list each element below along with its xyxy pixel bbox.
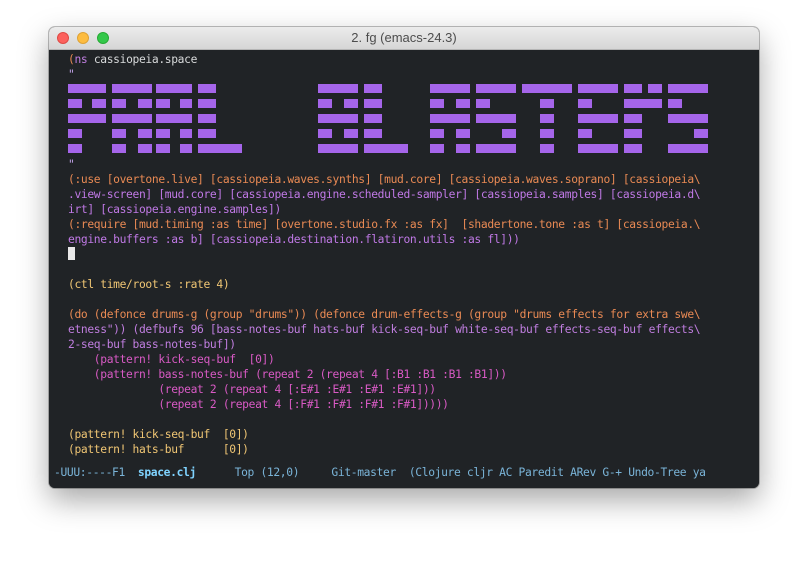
editor-buffer[interactable]: (ns cassiopeia.space " " (:use [overtone… (49, 50, 759, 488)
code-line-pattern-3: (repeat 2 (repeat 4 [:E#1 :E#1 :E#1 :E#1… (68, 383, 436, 396)
modeline-position: Top (12,0) (195, 466, 332, 479)
modeline-vc-branch[interactable]: Git-master (331, 466, 408, 479)
modeline-status: -UUU:----F1 (54, 466, 138, 479)
code-line-use-1: (:use [overtone.live] [cassiopeia.waves.… (68, 173, 701, 186)
code-line-use-3: irt] [cassiopeia.engine.samples]) (68, 203, 281, 216)
emacs-window: 2. fg (emacs-24.3) (ns cassiopeia.space … (49, 27, 759, 488)
code-line-pattern-4: (repeat 2 (repeat 4 [:F#1 :F#1 :F#1 :F#1… (68, 398, 449, 411)
code-line-kick: (pattern! kick-seq-buf [0]) (68, 428, 249, 441)
code-line-require-1: (:require [mud.timing :as time] [overton… (68, 218, 701, 231)
code-line-quote: " (68, 157, 759, 172)
ns-name: cassiopeia.space (93, 53, 198, 66)
code-line-do-1: (do (defonce drums-g (group "drums")) (d… (68, 308, 701, 321)
ascii-art-banner (68, 82, 759, 157)
code-token: ns (74, 53, 88, 66)
code-line-use-2: .view-screen] [mud.core] [cassiopeia.eng… (68, 188, 701, 201)
docstring-quote: " (68, 68, 75, 81)
banner-art (68, 84, 708, 153)
docstring-quote: " (68, 158, 75, 171)
code-line-hats: (pattern! hats-buf [0]) (68, 443, 249, 456)
code-line-do-2: etness")) (defbufs 96 [bass-notes-buf ha… (68, 323, 701, 336)
code-line-do-3: 2-seq-buf bass-notes-buf]) (68, 338, 236, 351)
code-line-ctl: (ctl time/root-s :rate 4) (68, 278, 230, 291)
code-line-cursor (68, 247, 759, 262)
title-bar[interactable]: 2. fg (emacs-24.3) (49, 27, 759, 50)
window-title: 2. fg (emacs-24.3) (351, 30, 457, 45)
code-line-ns: (ns cassiopeia.space (68, 52, 759, 67)
mode-line[interactable]: -UUU:----F1 space.clj Top (12,0) Git-mas… (49, 465, 759, 481)
code-line-require-2: engine.buffers :as b] [cassiopeia.destin… (68, 233, 520, 246)
modeline-modes[interactable]: (Clojure cljr AC Paredit ARev G-+ Undo-T… (409, 466, 706, 479)
modeline-buffer-name[interactable]: space.clj (138, 466, 196, 479)
text-cursor (68, 247, 75, 260)
code-line-pattern-2: (pattern! bass-notes-buf (repeat 2 (repe… (68, 368, 507, 381)
code-line-quote: " (68, 67, 759, 82)
code-line-pattern-1: (pattern! kick-seq-buf [0]) (68, 353, 275, 366)
code-area[interactable]: (ns cassiopeia.space " " (:use [overtone… (68, 52, 759, 457)
